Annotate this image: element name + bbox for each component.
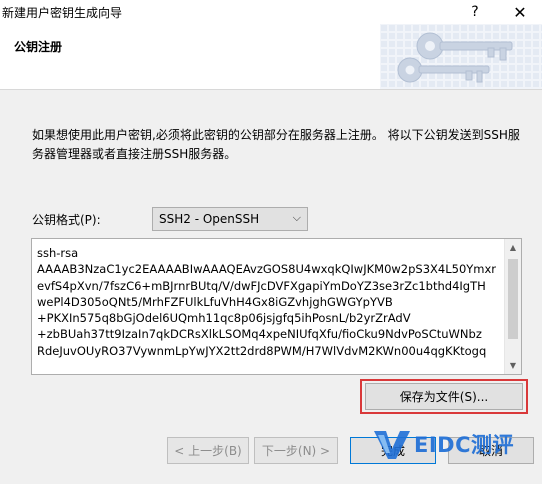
window-title: 新建用户密钥生成向导 bbox=[2, 6, 123, 20]
format-label: 公钥格式(P): bbox=[32, 213, 101, 227]
format-selected-value: SSH2 - OpenSSH bbox=[159, 212, 260, 226]
watermark-text: EIDC测评 bbox=[414, 433, 515, 457]
save-to-file-button[interactable]: 保存为文件(S)... bbox=[365, 383, 523, 410]
format-select[interactable]: SSH2 - OpenSSH ⌵ bbox=[152, 207, 308, 231]
watermark: EIDC测评 bbox=[372, 426, 542, 462]
wizard-header: 公钥注册 bbox=[0, 24, 542, 90]
title-bar: 新建用户密钥生成向导 ? ✕ bbox=[0, 0, 542, 24]
scroll-up-icon[interactable]: ▲ bbox=[505, 239, 521, 256]
scroll-thumb[interactable] bbox=[508, 259, 518, 339]
watermark-logo-icon bbox=[374, 431, 410, 459]
vertical-scrollbar[interactable]: ▲ ▼ bbox=[504, 239, 521, 374]
chevron-down-icon: ⌵ bbox=[292, 211, 301, 224]
public-key-textarea[interactable]: ssh-rsa AAAAB3NzaC1yc2EAAAABIwAAAQEAvzGO… bbox=[31, 238, 522, 375]
description-text: 如果想使用此用户密钥,必须将此密钥的公钥部分在服务器上注册。 将以下公钥发送到S… bbox=[32, 128, 520, 161]
scroll-down-icon[interactable]: ▼ bbox=[505, 357, 521, 374]
help-button[interactable]: ? bbox=[458, 0, 492, 24]
key-banner-icon bbox=[380, 24, 542, 89]
next-button[interactable]: 下一步(N) > bbox=[254, 437, 338, 464]
back-button[interactable]: < 上一步(B) bbox=[167, 437, 249, 464]
close-button[interactable]: ✕ bbox=[503, 0, 537, 24]
page-title: 公钥注册 bbox=[14, 40, 63, 54]
public-key-text: ssh-rsa AAAAB3NzaC1yc2EAAAABIwAAAQEAvzGO… bbox=[37, 246, 497, 358]
